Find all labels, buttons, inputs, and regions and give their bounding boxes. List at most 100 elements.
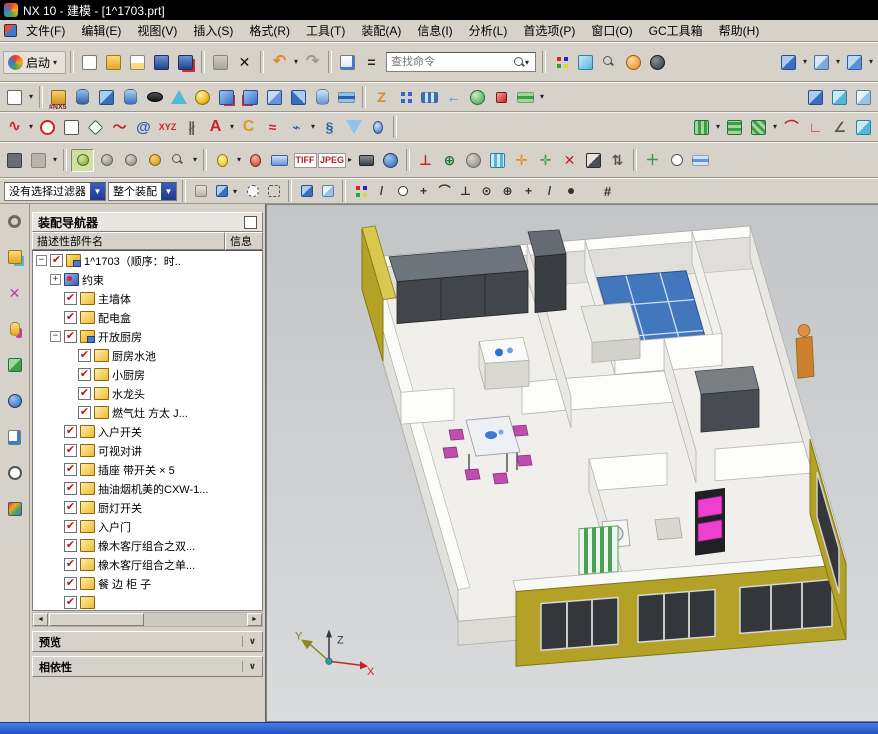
- reuse-library-tab[interactable]: [4, 354, 26, 376]
- light-bulb-off-button[interactable]: [244, 149, 267, 172]
- tiff-export-button[interactable]: TIFF: [292, 147, 318, 173]
- face-grid3-button[interactable]: [747, 116, 770, 139]
- extrude-button[interactable]: [71, 86, 94, 109]
- scroll-right-icon[interactable]: ►: [247, 613, 262, 626]
- tree-row[interactable]: ✔ 橡木客厅组合之单...: [33, 555, 262, 574]
- menu-file[interactable]: 文件(F): [19, 20, 72, 41]
- cylinder-button[interactable]: [119, 86, 142, 109]
- angle-measure-button[interactable]: ∠: [828, 116, 851, 139]
- command-finder-button[interactable]: [336, 51, 359, 74]
- delete-button[interactable]: ✕: [233, 51, 256, 74]
- user-2-icon[interactable]: [119, 149, 142, 172]
- display-gray-button[interactable]: [27, 149, 50, 172]
- snap-center-icon[interactable]: ⊙: [477, 182, 496, 201]
- tree-row[interactable]: ✔ 小厨房: [33, 365, 262, 384]
- tree-row[interactable]: ✔ 餐 边 柜 子: [33, 574, 262, 593]
- column-info-header[interactable]: 信息: [225, 232, 263, 250]
- checkbox[interactable]: ✔: [78, 406, 91, 419]
- tree-row[interactable]: ✔ 抽油烟机美的CXW-1...: [33, 479, 262, 498]
- orientation-triad[interactable]: Z X Y: [295, 629, 375, 678]
- redo-button[interactable]: ↷: [301, 51, 324, 74]
- tree-row[interactable]: ✔ 入户开关: [33, 422, 262, 441]
- scroll-left-icon[interactable]: ◄: [33, 613, 48, 626]
- move-component-button[interactable]: ✛: [510, 149, 533, 172]
- menu-help[interactable]: 帮助(H): [712, 20, 767, 41]
- spline-dropdown-icon[interactable]: ▾: [27, 116, 35, 138]
- start-button[interactable]: 启动 ▾: [3, 51, 66, 74]
- tree-row[interactable]: ✔ 厨灯开关: [33, 498, 262, 517]
- prism-cyan-button[interactable]: [828, 86, 851, 109]
- expand-plus-button[interactable]: ＋: [641, 149, 664, 172]
- wireframe-view-button[interactable]: [810, 51, 833, 74]
- highlight-select-dropdown-icon[interactable]: ▾: [233, 187, 241, 196]
- checkbox[interactable]: ✔: [64, 463, 77, 476]
- clock-tab[interactable]: [4, 462, 26, 484]
- radius-measure-button[interactable]: ⌒: [780, 116, 803, 139]
- sphere-button[interactable]: [191, 86, 214, 109]
- user-1-icon[interactable]: [95, 149, 118, 172]
- datum-plane-button[interactable]: #NX5: [47, 86, 70, 109]
- command-search-box[interactable]: ▾: [386, 52, 536, 72]
- clock-mini-icon[interactable]: [665, 149, 688, 172]
- menu-gc-toolbox[interactable]: GC工具箱: [642, 20, 710, 41]
- snap-intersect-icon[interactable]: +: [519, 182, 538, 201]
- checkbox[interactable]: ✔: [64, 501, 77, 514]
- checkbox[interactable]: ✔: [64, 520, 77, 533]
- camera-icon[interactable]: [355, 149, 378, 172]
- scrollbar-thumb[interactable]: [49, 613, 144, 626]
- face-grid2-button[interactable]: [723, 116, 746, 139]
- studio-spline-button[interactable]: 〜: [108, 116, 131, 139]
- unite-button[interactable]: [215, 86, 238, 109]
- shell-button[interactable]: [311, 86, 334, 109]
- sort-icon[interactable]: ⇅: [606, 149, 629, 172]
- sphere-arrows-button[interactable]: [379, 149, 402, 172]
- tree-row-subassembly[interactable]: − ✔ 开放厨房: [33, 327, 262, 346]
- expand-icon[interactable]: +: [50, 274, 61, 285]
- search-icon[interactable]: [513, 56, 525, 68]
- open-recent-button[interactable]: [126, 51, 149, 74]
- text-tool-button[interactable]: A: [204, 116, 227, 139]
- dependencies-collapse-icon[interactable]: ∨: [242, 661, 256, 672]
- role-active-button[interactable]: [71, 149, 94, 172]
- save-as-button[interactable]: [174, 51, 197, 74]
- cyan-pair-button[interactable]: [852, 116, 875, 139]
- checkbox[interactable]: ✔: [78, 368, 91, 381]
- snap-tangent-icon[interactable]: /: [540, 182, 559, 201]
- emphasize-button[interactable]: [466, 86, 489, 109]
- select-hand-icon[interactable]: [191, 182, 210, 201]
- snap-perpendicular-icon[interactable]: ⊥: [456, 182, 475, 201]
- subtract-button[interactable]: [239, 86, 262, 109]
- layer-settings-button[interactable]: [689, 149, 712, 172]
- block-button[interactable]: [95, 86, 118, 109]
- tree-row[interactable]: ✔ 主墙体: [33, 289, 262, 308]
- pattern-feature-button[interactable]: [335, 86, 358, 109]
- column-name-header[interactable]: 描述性部件名: [32, 232, 225, 250]
- tree-row-root[interactable]: − ✔ 1^1703（顺序：时..: [33, 251, 262, 270]
- polygon-tool-button[interactable]: [84, 116, 107, 139]
- menu-view[interactable]: 视图(V): [130, 20, 184, 41]
- pattern-grid-button[interactable]: [418, 86, 441, 109]
- rectangle-tool-button[interactable]: [60, 116, 83, 139]
- corner-measure-button[interactable]: ∟: [804, 116, 827, 139]
- history-tab[interactable]: [4, 426, 26, 448]
- project-curve-button[interactable]: ⌁: [285, 116, 308, 139]
- face-grid3-dropdown-icon[interactable]: ▾: [771, 116, 779, 138]
- explore-button[interactable]: [167, 149, 190, 172]
- menu-tools[interactable]: 工具(T): [299, 20, 352, 41]
- funnel-button[interactable]: [342, 116, 365, 139]
- selection-scope-dropdown-icon[interactable]: ▼: [161, 183, 176, 200]
- jpeg-dropdown-icon[interactable]: ▸: [346, 149, 354, 171]
- sphere-gray-button[interactable]: [462, 149, 485, 172]
- checkbox[interactable]: ✔: [64, 292, 77, 305]
- sweep-button[interactable]: Z: [370, 86, 393, 109]
- checkbox[interactable]: ✔: [78, 387, 91, 400]
- rect-select-icon[interactable]: [264, 182, 283, 201]
- constraint-navigator-tab[interactable]: ✕: [4, 282, 26, 304]
- apartment-model[interactable]: Z X Y: [267, 205, 878, 721]
- droplet-button[interactable]: [366, 116, 389, 139]
- x-axis-button[interactable]: ✕: [558, 149, 581, 172]
- target-point-button[interactable]: ⊕: [438, 149, 461, 172]
- wireframe-small-icon[interactable]: [318, 182, 337, 201]
- navigator-pin-button[interactable]: [244, 216, 257, 229]
- spline-button[interactable]: ∿: [3, 116, 26, 139]
